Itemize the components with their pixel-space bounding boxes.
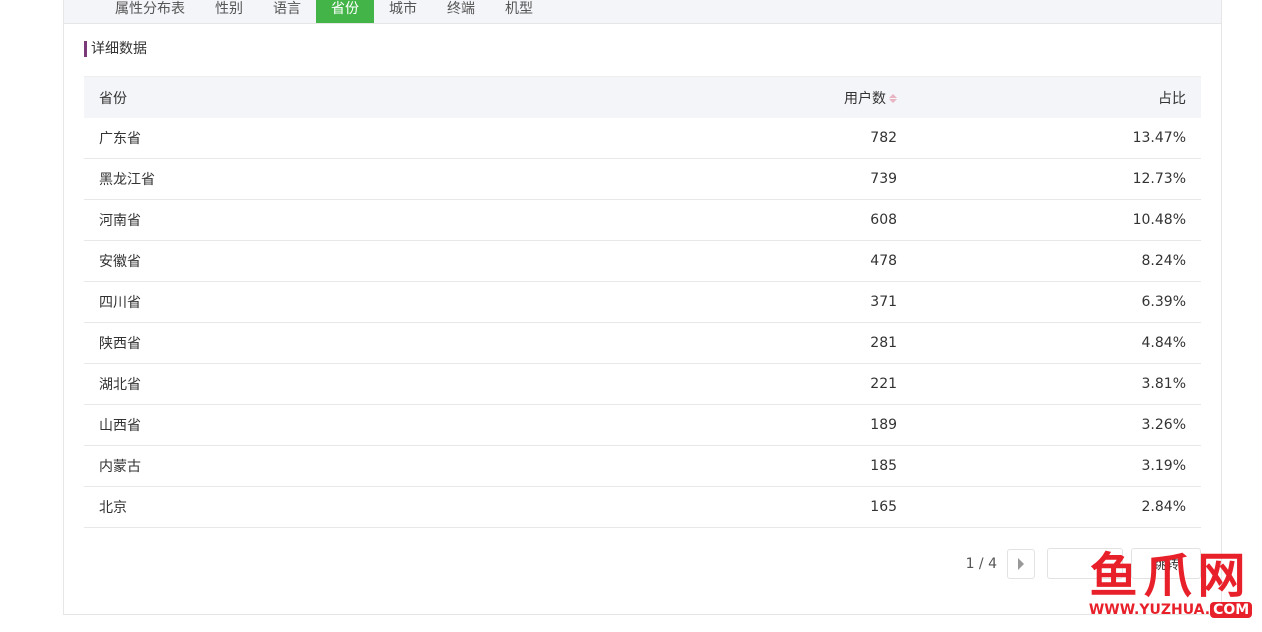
tab-label: 机型 xyxy=(505,1,533,17)
cell-users: 478 xyxy=(382,240,913,282)
table-row: 河南省 608 10.48% xyxy=(84,199,1201,241)
section-title: 详细数据 xyxy=(84,41,147,57)
cell-ratio: 3.19% xyxy=(912,445,1201,487)
content-panel: 属性分布表 性别 语言 省份 城市 终端 机型 详细数据 省份 用户数 占比 广东省 782 1… xyxy=(63,0,1222,615)
table-header: 省份 用户数 占比 xyxy=(84,76,1201,118)
cell-ratio: 8.24% xyxy=(912,240,1201,282)
table-row: 安徽省 478 8.24% xyxy=(84,240,1201,282)
table-row: 黑龙江省 739 12.73% xyxy=(84,158,1201,200)
watermark-text: 鱼爪网 xyxy=(1089,548,1252,604)
cell-users: 221 xyxy=(382,363,913,405)
tab-2[interactable]: 语言 xyxy=(258,0,316,23)
sort-icon[interactable] xyxy=(889,94,898,103)
header-province: 省份 xyxy=(84,76,383,118)
cell-province: 安徽省 xyxy=(84,240,383,282)
watermark-url: WWW.YUZHUA. COM xyxy=(1088,602,1253,618)
tab-1[interactable]: 性别 xyxy=(200,0,258,23)
cell-users: 165 xyxy=(382,486,913,528)
header-users[interactable]: 用户数 xyxy=(382,76,913,118)
table-row: 内蒙古 185 3.19% xyxy=(84,445,1201,487)
tab-6[interactable]: 机型 xyxy=(490,0,548,23)
cell-province: 北京 xyxy=(84,486,383,528)
tab-bar: 属性分布表 性别 语言 省份 城市 终端 机型 xyxy=(64,0,1221,24)
cell-ratio: 4.84% xyxy=(912,322,1201,364)
cell-ratio: 6.39% xyxy=(912,281,1201,323)
cell-province: 陕西省 xyxy=(84,322,383,364)
tab-3[interactable]: 省份 xyxy=(316,0,374,23)
tab-label: 属性分布表 xyxy=(115,1,185,17)
header-users-label: 用户数 xyxy=(844,90,887,107)
cell-ratio: 3.81% xyxy=(912,363,1201,405)
cell-users: 185 xyxy=(382,445,913,487)
cell-province: 河南省 xyxy=(84,199,383,241)
tab-5[interactable]: 终端 xyxy=(432,0,490,23)
cell-users: 608 xyxy=(382,199,913,241)
cell-users: 739 xyxy=(382,158,913,200)
tab-label: 性别 xyxy=(215,1,243,17)
cell-province: 湖北省 xyxy=(84,363,383,405)
cell-users: 281 xyxy=(382,322,913,364)
cell-users: 371 xyxy=(382,281,913,323)
cell-province: 广东省 xyxy=(84,118,383,159)
cell-ratio: 2.84% xyxy=(912,486,1201,528)
cell-ratio: 13.47% xyxy=(912,118,1201,159)
tab-0[interactable]: 属性分布表 xyxy=(100,0,200,23)
tab-label: 城市 xyxy=(389,1,417,17)
cell-province: 山西省 xyxy=(84,404,383,446)
cell-province: 内蒙古 xyxy=(84,445,383,487)
cell-ratio: 3.26% xyxy=(912,404,1201,446)
tab-label: 终端 xyxy=(447,1,475,17)
table-row: 四川省 371 6.39% xyxy=(84,281,1201,323)
header-ratio: 占比 xyxy=(912,76,1201,118)
data-table: 省份 用户数 占比 广东省 782 13.47% 黑龙江省 739 12.73% 河南省 60… xyxy=(84,76,1201,528)
cell-province: 黑龙江省 xyxy=(84,158,383,200)
cell-users: 782 xyxy=(382,118,913,159)
table-row: 广东省 782 13.47% xyxy=(84,118,1201,159)
tab-4[interactable]: 城市 xyxy=(374,0,432,23)
table-row: 湖北省 221 3.81% xyxy=(84,363,1201,405)
watermark-logo: 鱼爪网 WWW.YUZHUA. COM xyxy=(1088,550,1253,618)
watermark-url-text: WWW.YUZHUA. xyxy=(1088,602,1211,618)
cell-ratio: 10.48% xyxy=(912,199,1201,241)
cell-province: 四川省 xyxy=(84,281,383,323)
table-row: 山西省 189 3.26% xyxy=(84,404,1201,446)
watermark-tld: COM xyxy=(1210,602,1253,618)
table-row: 北京 165 2.84% xyxy=(84,486,1201,528)
table-row: 陕西省 281 4.84% xyxy=(84,322,1201,364)
page-info: 1 / 4 xyxy=(965,555,997,572)
next-page-button[interactable] xyxy=(1007,548,1035,579)
cell-users: 189 xyxy=(382,404,913,446)
cell-ratio: 12.73% xyxy=(912,158,1201,200)
tab-label: 省份 xyxy=(331,1,359,17)
tab-label: 语言 xyxy=(273,1,301,17)
chevron-right-icon xyxy=(1018,557,1024,570)
